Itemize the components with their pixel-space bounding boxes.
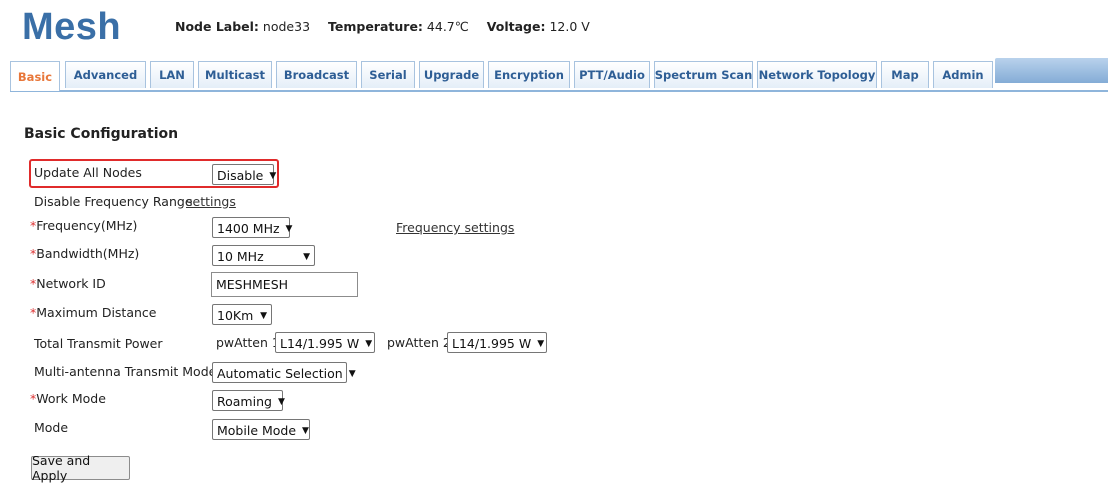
tab-upgrade[interactable]: Upgrade bbox=[419, 61, 484, 88]
tab-lan[interactable]: LAN bbox=[150, 61, 194, 88]
network-id-label-text: Network ID bbox=[36, 276, 106, 291]
chevron-down-icon: ▼ bbox=[277, 396, 285, 407]
multi-antenna-select[interactable]: Automatic Selection ▼ bbox=[212, 362, 356, 383]
network-id-input[interactable]: MESHMESH bbox=[211, 272, 358, 297]
network-id-label: *Network ID bbox=[30, 276, 106, 291]
chevron-down-icon: ▼ bbox=[302, 425, 309, 436]
disable-freq-range-label: Disable Frequency Range bbox=[34, 194, 193, 209]
frequency-settings-link[interactable]: Frequency settings bbox=[396, 220, 514, 235]
tab-network-topology[interactable]: Network Topology bbox=[757, 61, 877, 88]
pwatten2-select[interactable]: L14/1.995 W ▼ bbox=[447, 332, 547, 353]
bandwidth-value: 10 MHz bbox=[217, 249, 264, 264]
mode-label: Mode bbox=[34, 420, 69, 435]
tab-broadcast[interactable]: Broadcast bbox=[276, 61, 357, 88]
node-status: Node Label: node33 Temperature: 44.7℃ Vo… bbox=[175, 19, 604, 34]
pwatten1-select[interactable]: L14/1.995 W ▼ bbox=[275, 332, 375, 353]
chevron-down-icon: ▼ bbox=[269, 170, 277, 181]
frequency-select[interactable]: 1400 MHz ▼ bbox=[212, 217, 293, 238]
chevron-down-icon: ▼ bbox=[303, 251, 310, 262]
tab-spectrum-scan[interactable]: Spectrum Scan bbox=[654, 61, 753, 88]
pwatten1-value: L14/1.995 W bbox=[280, 336, 360, 351]
pwatten2-label: pwAtten 2 bbox=[387, 335, 451, 350]
max-distance-value: 10Km bbox=[217, 308, 254, 323]
chevron-down-icon: ▼ bbox=[260, 310, 267, 321]
temperature-value: 44.7℃ bbox=[426, 19, 469, 34]
chevron-down-icon: ▼ bbox=[285, 223, 293, 234]
tab-bar: Basic Advanced LAN Multicast Broadcast S… bbox=[10, 58, 1108, 92]
temperature-key: Temperature: bbox=[328, 19, 423, 34]
max-distance-label: *Maximum Distance bbox=[30, 305, 156, 320]
node-label-value: node33 bbox=[262, 19, 311, 34]
bandwidth-label: *Bandwidth(MHz) bbox=[30, 246, 139, 261]
frequency-label-text: Frequency(MHz) bbox=[36, 218, 138, 233]
frequency-label: *Frequency(MHz) bbox=[30, 218, 137, 233]
max-distance-select[interactable]: 10Km ▼ bbox=[212, 304, 272, 325]
section-title: Basic Configuration bbox=[24, 126, 179, 142]
frequency-value: 1400 MHz bbox=[217, 221, 280, 236]
node-label-key: Node Label: bbox=[175, 19, 259, 34]
voltage-key: Voltage: bbox=[486, 19, 546, 34]
chevron-down-icon: ▼ bbox=[537, 338, 545, 349]
update-all-nodes-value: Disable bbox=[217, 168, 264, 183]
chevron-down-icon: ▼ bbox=[365, 338, 373, 349]
tab-map[interactable]: Map bbox=[881, 61, 929, 88]
pwatten1-label: pwAtten 1 bbox=[216, 335, 280, 350]
app-logo: Mesh bbox=[22, 6, 122, 48]
tab-bar-fill bbox=[995, 58, 1108, 83]
tab-basic[interactable]: Basic bbox=[10, 61, 60, 91]
tab-ptt-audio[interactable]: PTT/Audio bbox=[574, 61, 650, 88]
save-and-apply-button[interactable]: Save and Apply bbox=[31, 453, 130, 483]
tab-admin[interactable]: Admin bbox=[933, 61, 993, 88]
work-mode-label: *Work Mode bbox=[30, 391, 106, 406]
work-mode-select[interactable]: Roaming ▼ bbox=[212, 390, 285, 411]
voltage-value: 12.0 V bbox=[549, 19, 590, 34]
work-mode-label-text: Work Mode bbox=[36, 391, 106, 406]
mode-value: Mobile Mode bbox=[217, 423, 297, 438]
tab-multicast[interactable]: Multicast bbox=[198, 61, 272, 88]
disable-freq-range-text: Disable Frequency Range bbox=[34, 194, 193, 209]
tx-power-label: Total Transmit Power bbox=[34, 336, 163, 351]
disable-freq-range-settings-link[interactable]: settings bbox=[186, 194, 236, 209]
update-all-nodes-label: Update All Nodes bbox=[34, 165, 142, 180]
chevron-down-icon: ▼ bbox=[348, 368, 356, 379]
multi-antenna-value: Automatic Selection bbox=[217, 366, 343, 381]
tab-encryption[interactable]: Encryption bbox=[488, 61, 570, 88]
work-mode-value: Roaming bbox=[217, 394, 272, 409]
bandwidth-label-text: Bandwidth(MHz) bbox=[36, 246, 140, 261]
tab-serial[interactable]: Serial bbox=[361, 61, 415, 88]
pwatten2-value: L14/1.995 W bbox=[452, 336, 532, 351]
max-distance-label-text: Maximum Distance bbox=[36, 305, 157, 320]
tab-advanced[interactable]: Advanced bbox=[65, 61, 146, 88]
bandwidth-select[interactable]: 10 MHz ▼ bbox=[212, 245, 315, 266]
update-all-nodes-select[interactable]: Disable ▼ bbox=[212, 164, 277, 185]
mode-select[interactable]: Mobile Mode ▼ bbox=[212, 419, 310, 440]
multi-antenna-label: Multi-antenna Transmit Mode bbox=[34, 364, 217, 379]
